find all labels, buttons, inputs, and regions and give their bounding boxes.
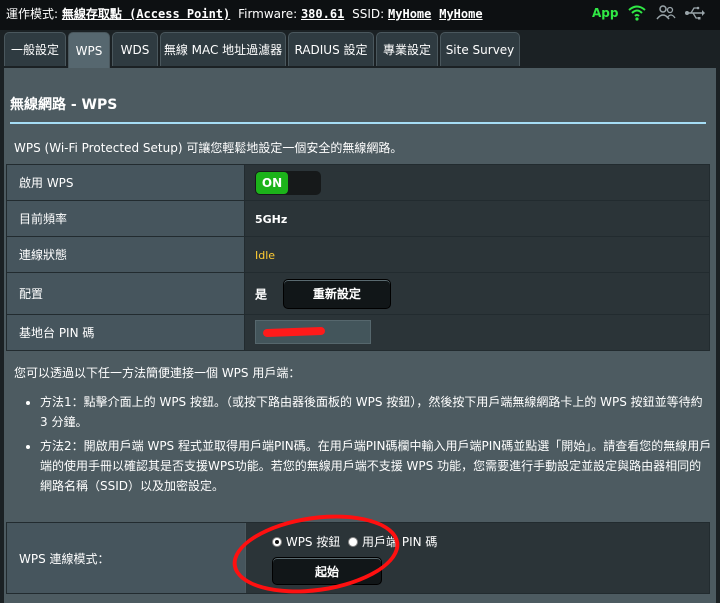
table-row: 基地台 PIN 碼 (6, 314, 710, 351)
config-label: 配置 (6, 272, 245, 315)
app-link[interactable]: App (592, 6, 618, 20)
list-item: 方法2：開啟用戶端 WPS 程式並取得用戶端PIN碼。在用戶端PIN碼欄中輸入用… (40, 436, 712, 496)
firmware-label: Firmware: (238, 7, 298, 21)
config-value: 是 (255, 287, 268, 301)
mode-label: 運作模式: (6, 7, 59, 21)
enable-wps-toggle[interactable]: ON (255, 170, 321, 195)
reset-button[interactable]: 重新設定 (282, 278, 391, 309)
tab-mac-filter[interactable]: 無線 MAC 地址過濾器 (160, 32, 286, 66)
wps-mode-label: WPS 連線模式： (7, 523, 245, 593)
page-description: WPS (Wi-Fi Protected Setup) 可讓您輕鬆地設定一個安全… (14, 141, 403, 155)
tab-professional[interactable]: 專業設定 (376, 32, 438, 66)
table-row: 啟用 WPS ON (6, 164, 710, 201)
tab-radius[interactable]: RADIUS 設定 (288, 32, 374, 66)
ssid-link-2[interactable]: MyHome (439, 7, 482, 21)
ssid-link-1[interactable]: MyHome (388, 7, 431, 21)
status-value: Idle (255, 248, 276, 262)
page-title-prefix: 無線網路 (10, 97, 66, 113)
users-icon[interactable] (656, 4, 676, 25)
list-item: 方法1：點擊介面上的 WPS 按鈕。（或按下路由器後面板的 WPS 按鈕），然後… (40, 392, 712, 432)
toggle-state: ON (256, 171, 288, 194)
operation-status: 運作模式: 無線存取點 (Access Point) Firmware: 380… (6, 5, 483, 22)
usb-icon[interactable] (684, 4, 706, 25)
table-row: 連線狀態 Idle (6, 236, 710, 273)
frequency-label: 目前頻率 (6, 200, 245, 237)
wifi-icon[interactable] (628, 4, 646, 25)
firmware-link[interactable]: 380.61 (301, 7, 344, 21)
page-title: 無線網路 - WPS (10, 94, 117, 114)
enable-wps-label: 啟用 WPS (6, 164, 245, 201)
tab-wds[interactable]: WDS (112, 32, 158, 66)
tab-bar: 一般設定 WPS WDS 無線 MAC 地址過濾器 RADIUS 設定 專業設定… (0, 32, 720, 68)
pin-label: 基地台 PIN 碼 (6, 314, 245, 351)
status-label: 連線狀態 (6, 236, 245, 273)
top-status-bar: 運作模式: 無線存取點 (Access Point) Firmware: 380… (0, 0, 720, 30)
tab-site-survey[interactable]: Site Survey (440, 32, 520, 66)
page-title-suffix: - WPS (66, 97, 118, 113)
wps-settings-table: 啟用 WPS ON 目前頻率 5GHz 連線狀態 Idle 配置 是 重新設定 … (6, 164, 710, 351)
title-divider (10, 122, 706, 124)
ssid-label: SSID: (352, 7, 385, 21)
table-row: 配置 是 重新設定 (6, 272, 710, 315)
table-row: 目前頻率 5GHz (6, 200, 710, 237)
mode-link[interactable]: 無線存取點 (Access Point) (62, 7, 230, 21)
tab-general[interactable]: 一般設定 (4, 32, 66, 66)
methods-intro: 您可以透過以下任一方法簡便連接一個 WPS 用戶端： (14, 366, 301, 380)
tab-wps[interactable]: WPS (68, 32, 110, 68)
frequency-value: 5GHz (255, 212, 288, 226)
methods-list: 方法1：點擊介面上的 WPS 按鈕。（或按下路由器後面板的 WPS 按鈕），然後… (20, 392, 712, 500)
